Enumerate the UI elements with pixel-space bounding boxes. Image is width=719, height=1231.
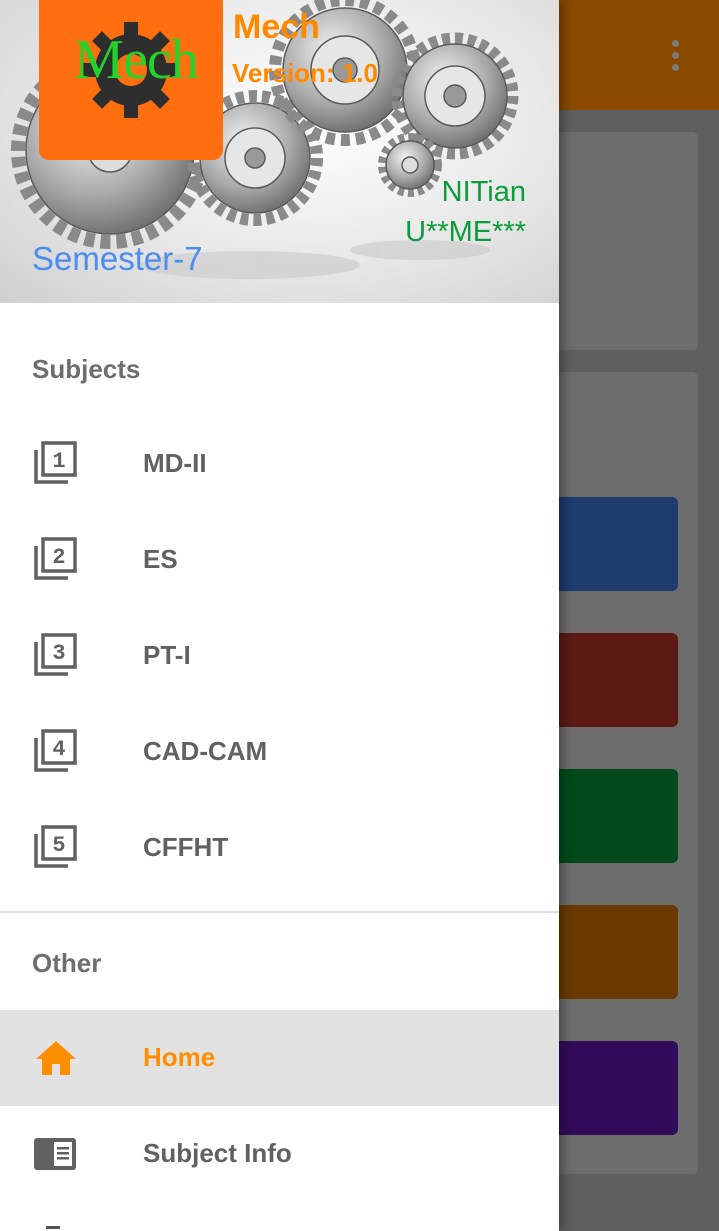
home-icon — [36, 1041, 76, 1075]
filter-1-icon: 1 — [34, 441, 77, 484]
filter-3-icon: 3 — [34, 633, 77, 676]
view-list-icon — [34, 1138, 76, 1170]
menu-item-cad-cam[interactable]: 4 CAD-CAM — [0, 704, 559, 800]
menu-item-cffht[interactable]: 5 CFFHT — [0, 800, 559, 896]
filter-4-icon: 4 — [34, 729, 77, 772]
menu-item-label: PT-I — [143, 640, 191, 670]
svg-text:2: 2 — [52, 545, 65, 570]
menu-item-md-ii[interactable]: 1 MD-II — [0, 416, 559, 512]
menu-item-home[interactable]: Home — [0, 1010, 559, 1106]
subject-tile[interactable] — [540, 769, 678, 863]
svg-text:3: 3 — [52, 641, 65, 666]
menu-item-label: Home — [143, 1042, 216, 1072]
subject-tile[interactable] — [540, 633, 678, 727]
svg-text:5: 5 — [52, 833, 65, 858]
menu-item-label: CFFHT — [143, 832, 229, 862]
app-name: Mech — [233, 8, 320, 46]
subject-tile[interactable] — [540, 1041, 678, 1135]
background-card — [540, 132, 698, 350]
app-logo: Mech — [39, 0, 223, 160]
user-roll-number: U**ME*** — [405, 216, 526, 248]
menu-item-label: Subject Info — [143, 1138, 292, 1168]
menu-item-subject-info[interactable]: Subject Info — [0, 1106, 559, 1202]
divider — [0, 911, 559, 913]
more-vert-icon[interactable] — [660, 34, 690, 78]
subject-tile[interactable] — [540, 497, 678, 591]
menu-item-label: MD-II — [143, 448, 207, 478]
filter-2-icon: 2 — [34, 537, 77, 580]
menu-item-label: CAD-CAM — [143, 736, 268, 766]
partial-menu-icon — [46, 1226, 60, 1229]
svg-text:1: 1 — [52, 449, 65, 474]
user-name: NITian — [441, 176, 526, 208]
navigation-drawer: Mech Mech Version: 1.0 NITian U**ME*** S… — [0, 0, 559, 1231]
app-version: Version: 1.0 — [232, 58, 378, 88]
menu-item-pt-i[interactable]: 3 PT-I — [0, 608, 559, 704]
section-title-other: Other — [32, 948, 102, 978]
drawer-header: Mech Mech Version: 1.0 NITian U**ME*** S… — [0, 0, 559, 303]
semester-label: Semester-7 — [32, 240, 203, 277]
section-title-subjects: Subjects — [32, 354, 141, 384]
svg-text:4: 4 — [52, 737, 65, 762]
menu-item-es[interactable]: 2 ES — [0, 512, 559, 608]
subject-tile[interactable] — [540, 905, 678, 999]
logo-text: Mech — [74, 29, 199, 91]
menu-item-label: ES — [143, 544, 178, 574]
filter-5-icon: 5 — [34, 825, 77, 868]
